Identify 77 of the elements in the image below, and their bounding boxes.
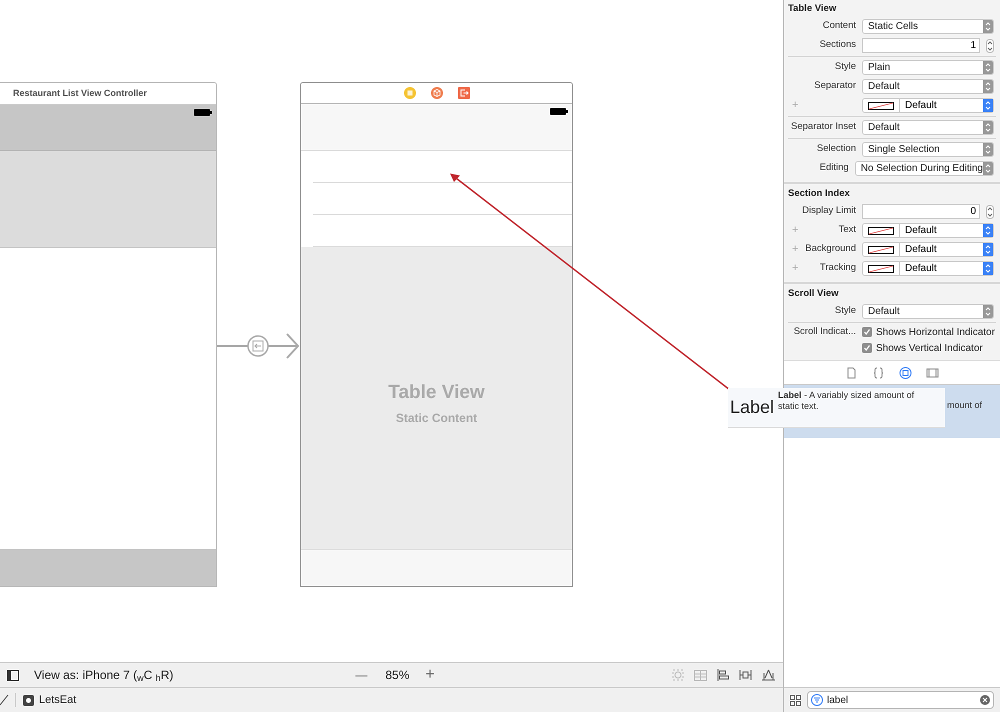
color-popup[interactable]: Default — [862, 242, 994, 257]
popup-button[interactable]: No Selection During Editing — [854, 161, 994, 176]
chevron-icon — [983, 262, 993, 275]
checkbox[interactable]: Shows Horizontal Indicator — [862, 324, 995, 340]
chevron-icon — [983, 143, 993, 156]
clear-icon[interactable] — [980, 695, 990, 705]
grid-view-icon[interactable] — [790, 694, 801, 706]
section-header: Scroll View — [787, 287, 840, 301]
film-icon[interactable] — [926, 366, 939, 378]
chevron-icon — [983, 61, 993, 74]
no-color-swatch-icon — [868, 102, 894, 110]
battery-icon — [194, 109, 212, 116]
number-field[interactable]: 0 — [862, 204, 980, 219]
chevron-icon — [983, 20, 993, 33]
popup-button[interactable]: Default — [862, 120, 994, 135]
stepper-icon[interactable] — [986, 38, 994, 52]
field-label: Tracking — [820, 261, 856, 276]
popup-button[interactable]: Static Cells — [862, 19, 994, 34]
filter-field[interactable]: label — [807, 691, 994, 709]
chevron-icon — [983, 305, 993, 318]
section-header: Section Index — [787, 187, 851, 201]
popup-button[interactable]: Default — [862, 304, 994, 319]
field-label: Separator Inset — [790, 120, 856, 134]
breadcrumb-item[interactable]: LetsEat — [23, 692, 76, 708]
color-popup[interactable]: Default — [862, 98, 994, 113]
chevron-icon — [983, 99, 993, 112]
placeholder-title: Table View — [388, 380, 485, 405]
battery-icon — [550, 108, 568, 115]
zoom-in-button[interactable]: + — [425, 663, 435, 687]
popup-button[interactable]: Single Selection — [862, 142, 994, 157]
app-icon — [23, 694, 34, 706]
field-label: Selection — [816, 142, 856, 156]
chevron-icon — [983, 162, 993, 175]
field-label: Text — [838, 223, 856, 238]
field-label: Display Limit — [801, 204, 856, 218]
align-icon[interactable] — [717, 669, 729, 681]
popup-button[interactable]: Default — [862, 79, 994, 94]
field-label: Content — [822, 19, 856, 34]
exit-icon[interactable] — [458, 87, 470, 99]
number-field[interactable]: 1 — [862, 38, 980, 53]
zoom-out-button[interactable]: — — [355, 666, 368, 684]
field-label: Sections — [818, 38, 856, 52]
field-label: Style — [834, 60, 856, 74]
scene-title: Restaurant List View Controller — [13, 86, 147, 100]
braces-icon[interactable] — [872, 366, 885, 378]
color-popup[interactable]: Default — [862, 223, 994, 238]
popup-button[interactable]: Plain — [862, 60, 994, 75]
no-color-swatch-icon — [868, 246, 894, 254]
chevron-icon — [983, 121, 993, 134]
resolve-icon[interactable] — [762, 669, 775, 681]
field-label: Background — [805, 242, 856, 256]
no-color-swatch-icon — [868, 264, 894, 272]
chevron-icon — [983, 80, 993, 93]
field-label: Scroll Indicat... — [792, 324, 856, 339]
stepper-icon[interactable] — [986, 204, 994, 218]
pin-icon[interactable] — [739, 669, 752, 681]
chevron-icon — [983, 224, 993, 237]
field-label: Separator — [813, 79, 856, 94]
drag-description: Label - A variably sized amount of static text. — [778, 389, 916, 412]
segue-arrow[interactable] — [217, 333, 300, 359]
placeholder-subtitle: Static Content — [396, 410, 478, 428]
field-label: Style — [834, 304, 856, 318]
no-color-swatch-icon — [868, 226, 894, 234]
file-icon[interactable] — [845, 366, 858, 378]
view-as-label[interactable]: View as: iPhone 7 ($_{w}$C $_{h}$R) — [34, 666, 174, 684]
filter-icon — [811, 694, 823, 706]
chevron-icon — [983, 243, 993, 256]
object-icon[interactable] — [899, 366, 912, 378]
cube-icon[interactable] — [430, 87, 442, 99]
item-description: mount of — [947, 399, 982, 412]
checkbox[interactable]: Shows Vertical Indicator — [862, 340, 983, 356]
section-header: Table View — [787, 2, 838, 16]
zoom-level: 85% — [385, 667, 410, 684]
color-popup[interactable]: Default — [862, 261, 994, 276]
sidebar-toggle-icon[interactable] — [7, 670, 19, 680]
field-label: Editing — [818, 161, 849, 176]
drag-label-preview: Label — [730, 396, 774, 419]
